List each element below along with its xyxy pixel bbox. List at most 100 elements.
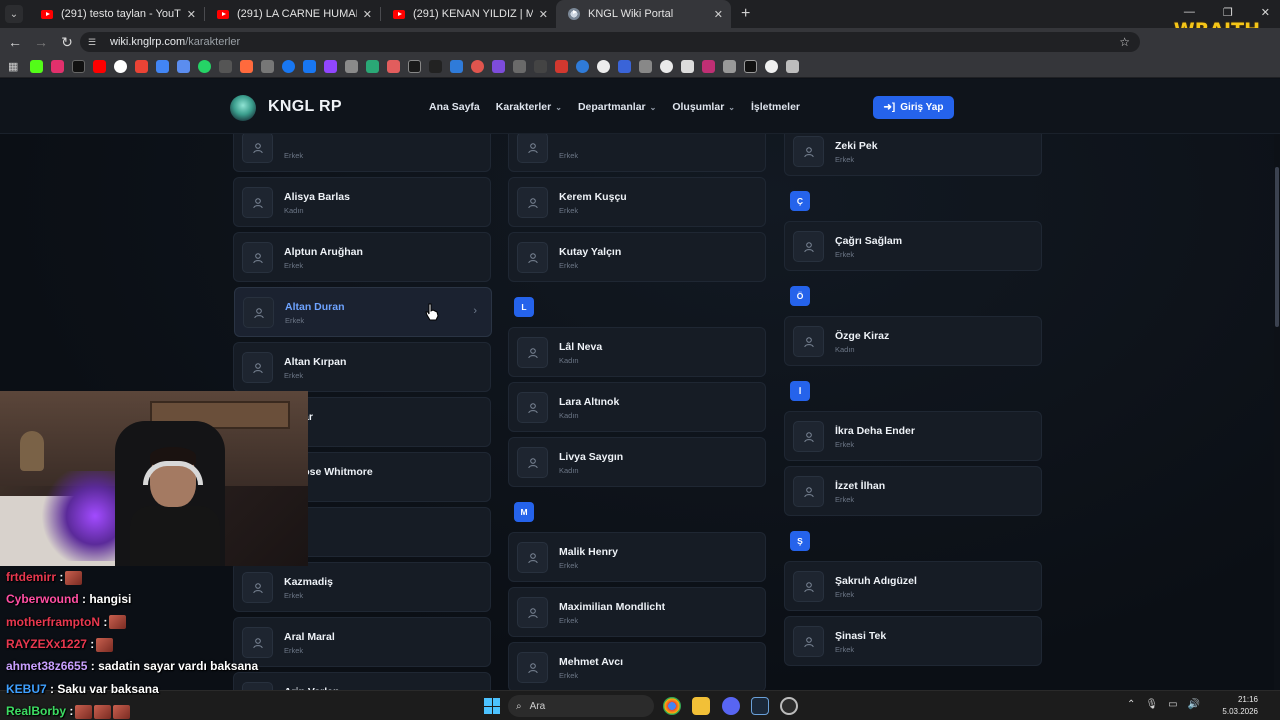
character-card[interactable]: Kutay Yalçın Erkek xyxy=(508,232,766,282)
instagram-icon[interactable] xyxy=(51,60,64,73)
bookmark-icon[interactable] xyxy=(786,60,799,73)
bookmark-icon[interactable] xyxy=(471,60,484,73)
logo-icon[interactable] xyxy=(230,95,256,121)
character-card[interactable]: Lâl Neva Kadın xyxy=(508,327,766,377)
bookmark-icon[interactable] xyxy=(723,60,736,73)
forward-icon[interactable]: → xyxy=(30,34,52,50)
login-button[interactable]: ➜] Giriş Yap xyxy=(873,96,954,119)
url-input[interactable]: ☰ wiki.knglrp.com/karakterler ☆ xyxy=(80,32,1140,52)
character-card[interactable]: Özge Kiraz Kadın xyxy=(784,316,1042,366)
character-card[interactable]: Malik Henry Erkek xyxy=(508,532,766,582)
bookmark-icon[interactable] xyxy=(408,60,421,73)
character-card[interactable]: Livya Saygın Kadın xyxy=(508,437,766,487)
close-tab-icon[interactable]: ✕ xyxy=(363,8,372,21)
character-card[interactable]: Altan Duran Erkek › xyxy=(234,287,492,337)
minimize-icon[interactable]: — xyxy=(1184,6,1195,19)
taskbar-search[interactable]: ⌕ Ara xyxy=(508,695,654,717)
character-card[interactable]: Çağrı Sağlam Erkek xyxy=(784,221,1042,271)
character-card[interactable]: Maximilian Mondlicht Erkek xyxy=(508,587,766,637)
browser-tab[interactable]: (291) KENAN YILDIZ | Madara C ✕ xyxy=(381,0,556,28)
chrome-icon[interactable] xyxy=(663,697,681,715)
bookmark-icon[interactable] xyxy=(618,60,631,73)
character-card[interactable]: İkra Deha Ender Erkek xyxy=(784,411,1042,461)
bookmark-icon[interactable] xyxy=(555,60,568,73)
google-icon[interactable] xyxy=(114,60,127,73)
start-menu-icon[interactable] xyxy=(484,698,500,714)
facebook-icon[interactable] xyxy=(282,60,295,73)
bookmark-icon[interactable] xyxy=(639,60,652,73)
youtube-icon[interactable] xyxy=(93,60,106,73)
character-card[interactable]: Alisya Barlas Kadın xyxy=(233,177,491,227)
character-card[interactable]: Şakruh Adıgüzel Erkek xyxy=(784,561,1042,611)
browser-tab[interactable]: (291) testo taylan - YouTube ✕ xyxy=(29,0,204,28)
gmail-icon[interactable] xyxy=(135,60,148,73)
bookmark-icon[interactable] xyxy=(345,60,358,73)
bookmark-icon[interactable] xyxy=(534,60,547,73)
monitor-icon[interactable]: ▭ xyxy=(1168,699,1177,710)
close-tab-icon[interactable]: ✕ xyxy=(714,8,723,21)
character-card[interactable]: Altan Kırpan Erkek xyxy=(233,342,491,392)
bookmark-icon[interactable] xyxy=(261,60,274,73)
reload-icon[interactable]: ↻ xyxy=(56,34,78,51)
bookmark-icon[interactable] xyxy=(744,60,757,73)
character-card[interactable]: Lara Altınok Kadın xyxy=(508,382,766,432)
x-icon[interactable] xyxy=(72,60,85,73)
nav-ana-sayfa[interactable]: Ana Sayfa xyxy=(429,101,480,113)
chat-text: : xyxy=(103,614,108,629)
bookmark-icon[interactable] xyxy=(387,60,400,73)
character-card[interactable]: Şinasi Tek Erkek xyxy=(784,616,1042,666)
site-info-icon[interactable]: ☰ xyxy=(88,37,100,47)
bookmark-icon[interactable] xyxy=(240,60,253,73)
character-card[interactable]: Kerem Kuşçu Erkek xyxy=(508,177,766,227)
discord-icon[interactable] xyxy=(722,697,740,715)
bookmark-icon[interactable] xyxy=(219,60,232,73)
character-card[interactable]: İzzet İlhan Erkek xyxy=(784,466,1042,516)
bookmark-icon[interactable] xyxy=(702,60,715,73)
facebook-icon[interactable] xyxy=(303,60,316,73)
site-logo-text[interactable]: KNGL RP xyxy=(268,98,342,116)
bookmark-icon[interactable] xyxy=(366,60,379,73)
close-window-icon[interactable]: ✕ xyxy=(1261,6,1270,19)
bookmark-icon[interactable] xyxy=(765,60,778,73)
twitch-icon[interactable] xyxy=(324,60,337,73)
steam-icon[interactable] xyxy=(751,697,769,715)
browser-tab[interactable]: (291) LA CARNE HUMANA SE C ✕ xyxy=(205,0,380,28)
bookmark-icon[interactable] xyxy=(450,60,463,73)
scrollbar-thumb[interactable] xyxy=(1275,167,1279,327)
close-tab-icon[interactable]: ✕ xyxy=(539,8,548,21)
maximize-icon[interactable]: ❐ xyxy=(1223,6,1233,19)
clock[interactable]: 21:16 5.03.2026 xyxy=(1222,694,1258,718)
microphone-icon[interactable]: 🎙 xyxy=(1145,699,1158,710)
browser-tab[interactable]: KNGL Wiki Portal ✕ xyxy=(556,0,731,28)
avatar-placeholder-icon xyxy=(517,132,548,163)
translate-icon[interactable] xyxy=(177,60,190,73)
bookmark-icon[interactable] xyxy=(513,60,526,73)
kick-icon[interactable] xyxy=(30,60,43,73)
bookmark-icon[interactable] xyxy=(576,60,589,73)
bookmark-icon[interactable] xyxy=(681,60,694,73)
tab-search-icon[interactable]: ⌄ xyxy=(5,5,23,23)
file-explorer-icon[interactable] xyxy=(692,697,710,715)
new-tab-icon[interactable]: + xyxy=(741,5,750,23)
character-gender: Kadın xyxy=(284,206,304,215)
bookmark-icon[interactable] xyxy=(660,60,673,73)
nav-olu-umlar[interactable]: Oluşumlar ⌄ xyxy=(672,101,735,113)
app-icon[interactable] xyxy=(780,697,798,715)
bookmark-icon[interactable] xyxy=(429,60,442,73)
drive-icon[interactable] xyxy=(156,60,169,73)
nav-i-letmeler[interactable]: İşletmeler xyxy=(751,101,800,113)
chevron-up-icon[interactable]: ⌃ xyxy=(1127,699,1135,710)
apps-grid-icon[interactable]: ▦ xyxy=(8,60,22,73)
whatsapp-icon[interactable] xyxy=(198,60,211,73)
back-icon[interactable]: ← xyxy=(4,34,26,50)
nav-departmanlar[interactable]: Departmanlar ⌄ xyxy=(578,101,656,113)
close-tab-icon[interactable]: ✕ xyxy=(187,8,196,21)
bookmark-star-icon[interactable]: ☆ xyxy=(1119,35,1130,49)
bookmark-icon[interactable] xyxy=(492,60,505,73)
character-card[interactable]: Alptun Aruğhan Erkek xyxy=(233,232,491,282)
character-gender: Erkek xyxy=(284,261,304,270)
character-card[interactable]: Mehmet Avcı Erkek xyxy=(508,642,766,690)
volume-icon[interactable]: 🔊 xyxy=(1188,699,1200,710)
nav-karakterler[interactable]: Karakterler ⌄ xyxy=(496,101,562,113)
bookmark-icon[interactable] xyxy=(597,60,610,73)
